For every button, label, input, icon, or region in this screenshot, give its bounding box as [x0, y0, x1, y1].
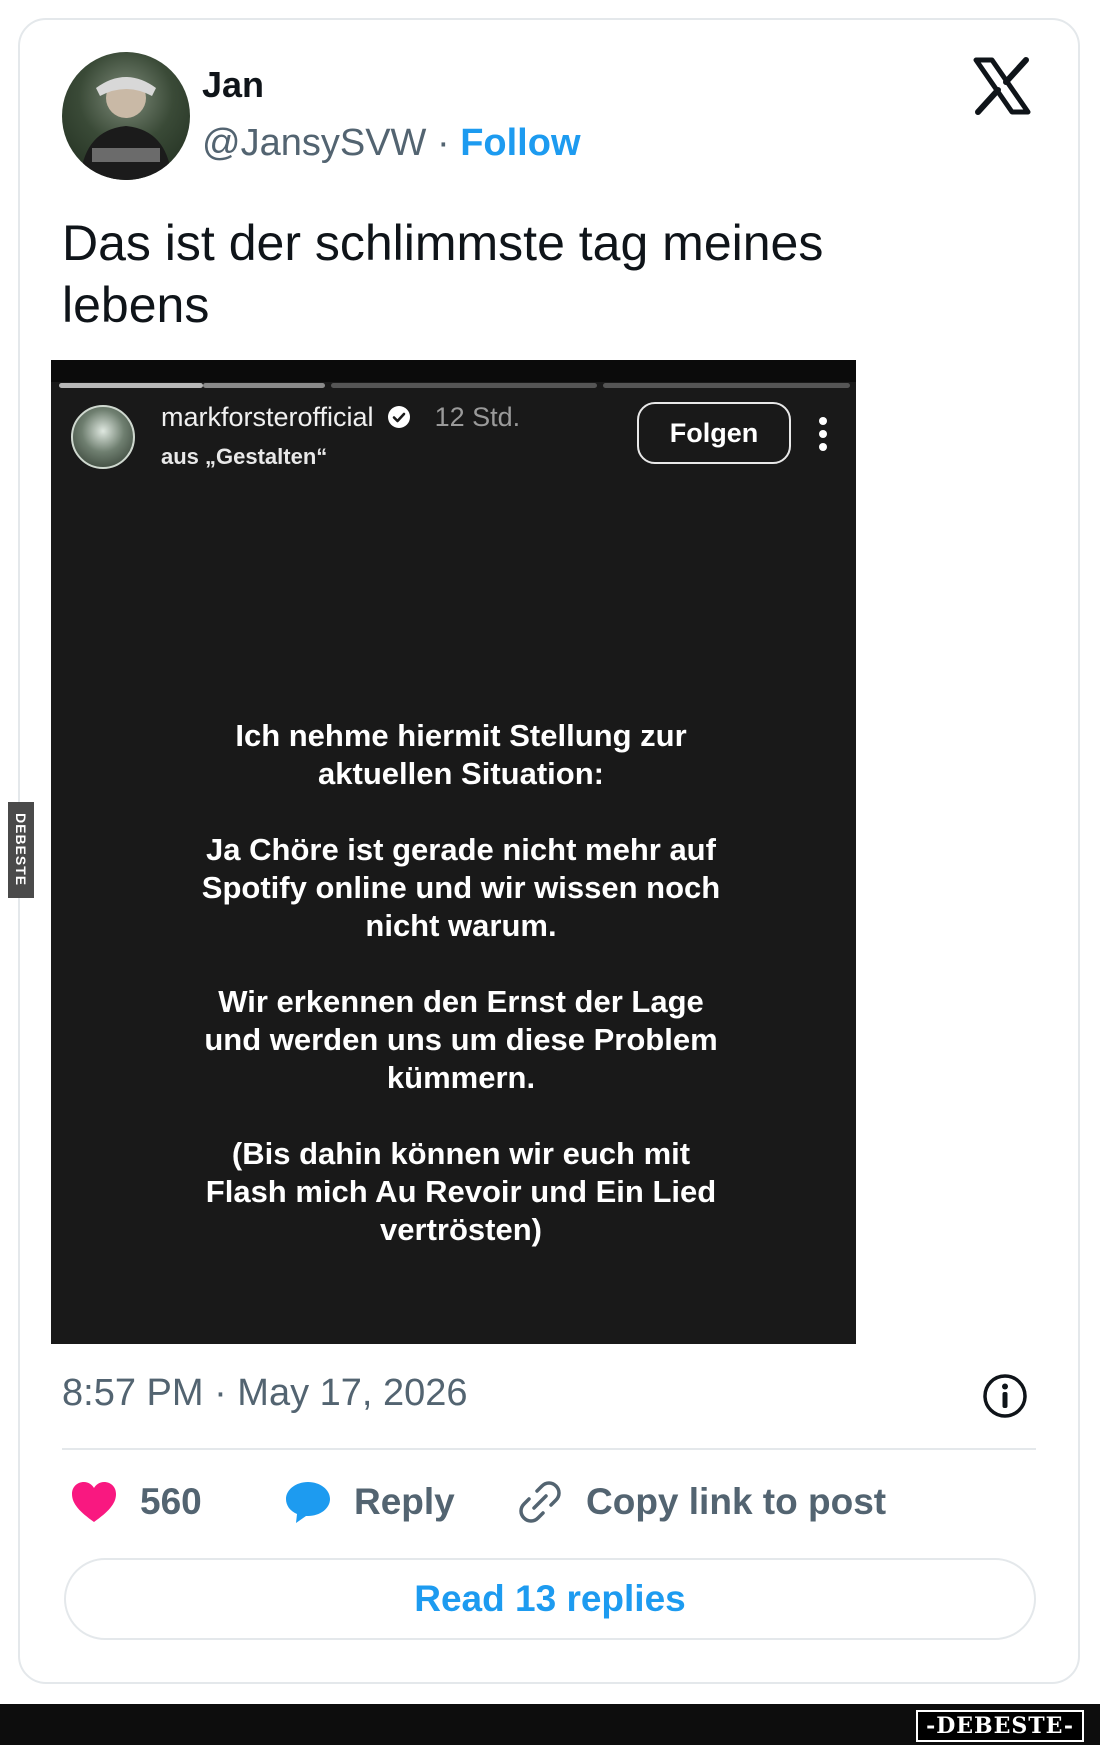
tweet-timestamp[interactable]: 8:57 PM · May 17, 2026 [62, 1372, 468, 1415]
story-paragraph: Ja Chöre ist gerade nicht mehr auf Spoti… [201, 832, 721, 943]
story-username[interactable]: markforsterofficial [161, 402, 374, 432]
link-icon [519, 1481, 561, 1523]
bottom-watermark-bar: -DEBESTE- [0, 1704, 1100, 1745]
story-progress-1b [203, 383, 325, 388]
verified-icon [388, 406, 411, 428]
handle-row: @JansySVW · Follow [202, 122, 581, 165]
media-topbar [51, 360, 856, 382]
like-button[interactable]: 560 [70, 1476, 202, 1528]
author-handle[interactable]: @JansySVW [202, 122, 426, 164]
story-follow-button[interactable]: Folgen [637, 402, 791, 464]
story-progress-1 [59, 383, 203, 388]
reply-label: Reply [354, 1481, 455, 1522]
divider [62, 1448, 1036, 1450]
story-message: Ich nehme hiermit Stellung zur aktuellen… [196, 717, 726, 1287]
story-screenshot[interactable]: markforsterofficial 12 Std. aus „Gestalt… [51, 360, 856, 1344]
story-progress-3 [603, 383, 850, 388]
heart-icon [72, 1482, 116, 1522]
side-watermark: DEBESTE [8, 802, 34, 898]
speech-bubble-icon [286, 1482, 330, 1523]
story-progress-2 [331, 383, 597, 388]
like-count: 560 [140, 1481, 202, 1522]
story-header: markforsterofficial 12 Std. [161, 402, 520, 433]
story-avatar[interactable] [71, 405, 135, 469]
story-subtitle: aus „Gestalten“ [161, 444, 328, 469]
reply-button[interactable]: Reply [284, 1476, 455, 1528]
x-logo-icon[interactable] [970, 54, 1034, 118]
story-paragraph: (Bis dahin können wir euch mit Flash mic… [205, 1136, 717, 1247]
info-icon[interactable] [981, 1372, 1029, 1420]
more-vertical-icon[interactable] [817, 416, 829, 452]
story-paragraph: Ich nehme hiermit Stellung zur aktuellen… [235, 718, 687, 791]
handle-separator: · [426, 122, 461, 164]
copy-link-label: Copy link to post [586, 1481, 887, 1522]
brand-watermark: -DEBESTE- [916, 1710, 1084, 1742]
author-name[interactable]: Jan [202, 64, 264, 106]
read-replies-button[interactable]: Read 13 replies [64, 1558, 1036, 1640]
tweet-text: Das ist der schlimmste tag meines lebens [62, 215, 824, 333]
copy-link-button[interactable]: Copy link to post [516, 1476, 886, 1528]
follow-button[interactable]: Follow [460, 122, 580, 164]
story-paragraph: Wir erkennen den Ernst der Lage und werd… [204, 984, 718, 1095]
story-time: 12 Std. [434, 402, 521, 432]
author-avatar[interactable] [62, 52, 190, 180]
